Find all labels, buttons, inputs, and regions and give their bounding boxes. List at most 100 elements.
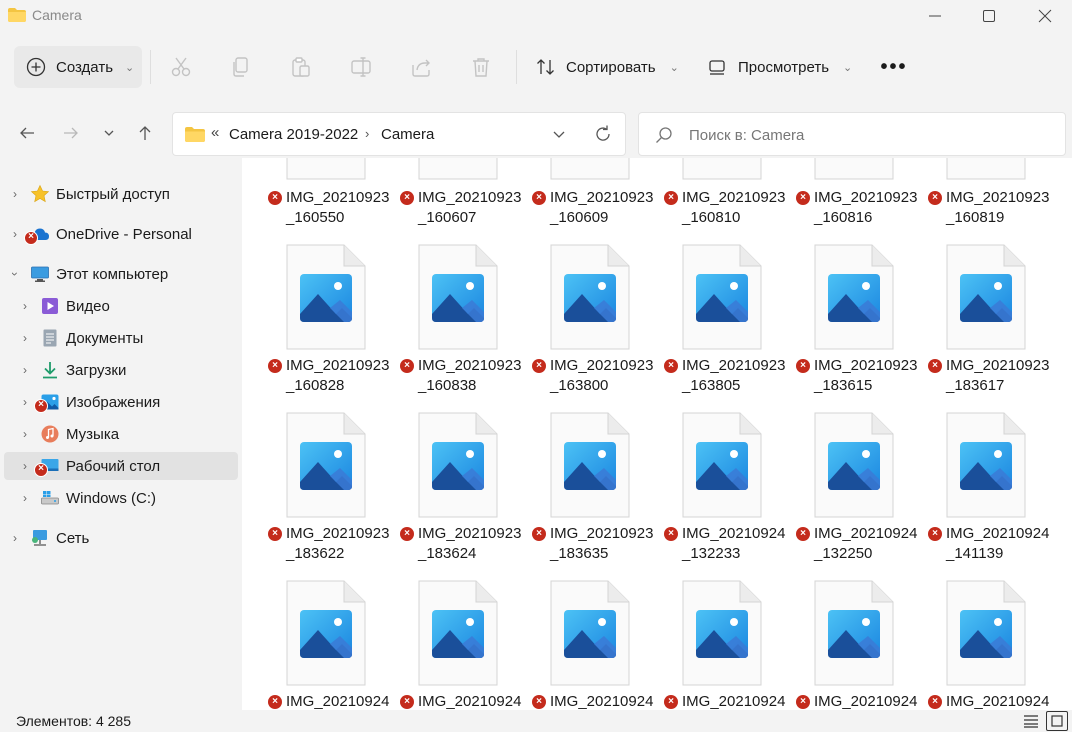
view-button-label: Просмотреть [738,58,830,76]
breadcrumb-overflow[interactable]: « [211,124,219,141]
delete-icon[interactable] [470,56,492,78]
up-button[interactable] [130,118,160,148]
file-item[interactable]: × IMG_20210924 _141139 [928,412,1056,580]
file-item[interactable]: × IMG_20210923 _163800 [532,244,660,412]
file-name-line: IMG_20210923 [946,357,1050,374]
file-item[interactable]: × IMG_20210923 _183617 [928,244,1056,412]
chevron-right-icon[interactable]: › [20,491,30,505]
rename-icon[interactable] [350,56,372,78]
file-name-line: _163800 [550,377,609,394]
breadcrumb-item-camera-2019-2022[interactable]: Camera 2019-2022 [229,126,358,143]
chevron-down-icon[interactable] [551,126,567,142]
more-options-button[interactable]: ••• [872,50,916,84]
large-icons-view-button[interactable] [1046,711,1068,731]
sync-error-icon: × [928,359,942,373]
back-button[interactable] [12,118,42,148]
chevron-right-icon[interactable]: › [20,299,30,313]
minimize-button[interactable] [906,0,964,32]
sort-icon [537,59,554,75]
chevron-right-icon[interactable]: › [20,395,30,409]
error-badge-icon: × [34,399,48,413]
file-item[interactable]: × IMG_20210924 _132233 [664,412,792,580]
sidebar-item-video[interactable]: › Видео [4,292,238,320]
chevron-right-icon[interactable]: › [20,363,30,377]
file-name: × IMG_20210923 _183635 [532,524,670,564]
refresh-icon[interactable] [593,124,613,144]
forward-button[interactable] [56,118,86,148]
new-button[interactable]: Создать ⌄ [14,46,142,88]
chevron-right-icon[interactable]: › [10,531,20,545]
sidebar-item-music[interactable]: › Музыка [4,420,238,448]
file-item[interactable]: × IMG_20210923 _183635 [532,412,660,580]
paste-icon[interactable] [290,56,312,78]
image-file-icon [286,412,366,518]
search-box[interactable] [638,112,1066,156]
file-name-line: _160810 [682,209,741,226]
sidebar-item-pictures[interactable]: › × Изображения [4,388,238,416]
breadcrumb-item-camera[interactable]: Camera [381,126,434,143]
view-button[interactable]: Просмотреть ⌄ [708,46,852,88]
file-name-line: IMG_20210923 [286,189,390,206]
copy-icon[interactable] [230,56,252,78]
chevron-right-icon[interactable]: › [20,427,30,441]
share-icon[interactable] [410,56,432,78]
file-item[interactable]: × IMG_20210923 _183615 [796,244,924,412]
sidebar-item-downloads[interactable]: › Загрузки [4,356,238,384]
file-item[interactable]: × IMG_20210923 _160550 [268,158,396,242]
maximize-button[interactable] [960,0,1018,32]
cut-icon[interactable] [170,56,192,78]
sync-error-icon: × [532,527,546,541]
recent-locations-button[interactable] [94,118,124,148]
file-item[interactable]: × IMG_20210923 _160828 [268,244,396,412]
sidebar-item-desktop[interactable]: › × Рабочий стол [4,452,238,480]
file-item[interactable]: × IMG_20210923 _183624 [400,412,528,580]
file-item[interactable]: × IMG_20210923 _160810 [664,158,792,242]
file-item[interactable]: × IMG_20210923 _160838 [400,244,528,412]
file-item[interactable]: × IMG_20210923 _183622 [268,412,396,580]
details-view-button[interactable] [1020,711,1042,731]
file-name-line: IMG_20210923 [682,357,786,374]
image-file-icon [418,158,498,180]
chevron-down-icon[interactable]: › [8,269,22,279]
vertical-scrollbar[interactable] [1058,158,1072,710]
address-bar[interactable]: « Camera 2019-2022 › Camera [172,112,626,156]
arrow-left-icon [20,127,34,139]
chevron-right-icon[interactable]: › [10,227,20,241]
file-item[interactable]: × IMG_20210924 [532,580,660,710]
file-name-line: IMG_20210924 [286,693,390,710]
search-input[interactable] [689,123,1049,147]
close-icon [1038,9,1052,23]
file-name-line: _183617 [946,377,1005,394]
file-item[interactable]: × IMG_20210924 [268,580,396,710]
sort-button[interactable]: Сортировать ⌄ [536,46,679,88]
sync-error-icon: × [796,695,810,709]
file-item[interactable]: × IMG_20210924 [400,580,528,710]
file-name: × IMG_20210923 _160819 [928,188,1058,228]
file-item[interactable]: × IMG_20210923 _160607 [400,158,528,242]
file-name-line: IMG_20210923 [682,189,786,206]
chevron-right-icon[interactable]: › [10,187,20,201]
sidebar-item-this-pc[interactable]: › Этот компьютер [4,260,238,288]
file-item[interactable]: × IMG_20210923 _160819 [928,158,1056,242]
file-item[interactable]: × IMG_20210923 _160609 [532,158,660,242]
sidebar-item-onedrive[interactable]: › × OneDrive - Personal [4,220,238,248]
chevron-right-icon[interactable]: › [20,459,30,473]
sidebar-item-label: Сеть [56,529,90,547]
file-item[interactable]: × IMG_20210924 [796,580,924,710]
chevron-right-icon[interactable]: › [20,331,30,345]
sidebar-item-network[interactable]: › Сеть [4,524,238,552]
sidebar-item-windows-c[interactable]: › Windows (C:) [4,484,238,512]
file-item[interactable]: × IMG_20210924 _132250 [796,412,924,580]
file-item[interactable]: × IMG_20210924 [928,580,1056,710]
file-item[interactable]: × IMG_20210923 _160816 [796,158,924,242]
sidebar-item-documents[interactable]: › Документы [4,324,238,352]
file-item[interactable]: × IMG_20210923 _163805 [664,244,792,412]
chevron-down-icon: ⌄ [125,61,135,74]
close-button[interactable] [1016,0,1072,32]
file-item[interactable]: × IMG_20210924 [664,580,792,710]
sidebar-item-quick-access[interactable]: › Быстрый доступ [4,180,238,208]
item-count: Элементов: 4 285 [16,713,131,729]
file-name: × IMG_20210923 _183624 [400,524,538,564]
command-bar: Создать ⌄ Сортировать ⌄ Просмотреть ⌄ ••… [0,36,1072,100]
file-name-line: _160550 [286,209,345,226]
